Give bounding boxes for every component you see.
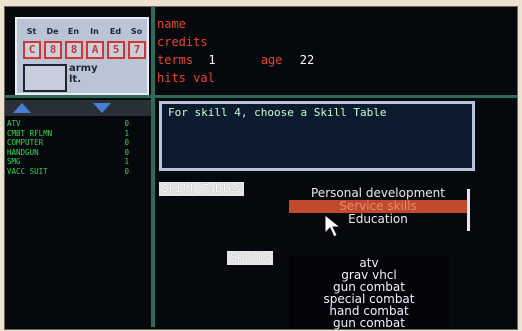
list-item[interactable]: ATV 0 [7, 119, 149, 129]
age-label: age [260, 53, 283, 67]
list-item[interactable]: SMG 1 [7, 157, 149, 167]
mouse-pointer-icon [324, 213, 342, 238]
skill-table-menu: Personal development Service skills Educ… [289, 187, 467, 226]
horizontal-divider [5, 95, 517, 98]
skill-name: COMPUTER [7, 138, 44, 147]
name-label: name [157, 17, 186, 31]
list-item[interactable]: HANDGUN 0 [7, 148, 149, 158]
character-info: name credits terms 1 age 22 hits val [157, 15, 314, 87]
stat-value: 5 [107, 41, 125, 59]
skills-label: Skills [227, 251, 273, 265]
skill-level: 0 [124, 138, 129, 147]
skill-level: 0 [124, 166, 129, 176]
service-rank: army lt. [69, 63, 98, 85]
age-value: 22 [299, 53, 315, 67]
list-item[interactable]: VACC SUIT 0 [7, 167, 149, 177]
skill-level: 0 [124, 119, 129, 128]
skill-tables-label: Skill Tables [159, 182, 245, 196]
stat-value: 8 [44, 41, 62, 59]
menu-item-skill[interactable]: gun combat [289, 317, 449, 329]
stat-value: C [23, 41, 41, 59]
vertical-divider [151, 7, 155, 327]
stat-headers: St De En In Ed So [21, 27, 147, 36]
terms-value: 1 [208, 53, 216, 67]
game-screen: St De En In Ed So C 8 8 A 5 7 army lt. n… [4, 6, 518, 330]
skill-name: VACC SUIT [7, 166, 48, 176]
stat-header: De [46, 27, 59, 36]
rank-label: lt. [69, 74, 82, 85]
scroll-up-arrow-icon[interactable] [13, 103, 31, 113]
skill-name: CMBT RFLMN [7, 128, 53, 138]
skill-name: ATV [7, 119, 21, 128]
stat-values: C 8 8 A 5 7 [23, 41, 146, 59]
stat-value: 7 [128, 41, 146, 59]
terms-label: terms [157, 53, 194, 67]
stat-value: A [86, 41, 104, 59]
menu-item-education[interactable]: Education [289, 213, 467, 226]
scroll-down-arrow-icon[interactable] [93, 103, 111, 113]
stat-header: St [26, 27, 37, 36]
list-item[interactable]: CMBT RFLMN 1 [7, 129, 149, 139]
skill-level: 1 [124, 157, 129, 166]
skill-level: 0 [124, 147, 129, 157]
service-label: army [69, 63, 98, 74]
prompt-box: For skill 4, choose a Skill Table [159, 101, 475, 171]
skill-name: HANDGUN [7, 147, 39, 157]
skill-list: ATV 0 CMBT RFLMN 1 COMPUTER 0 HANDGUN 0 SMG 1… [7, 119, 149, 176]
stat-header: So [130, 27, 143, 36]
list-item[interactable]: COMPUTER 0 [7, 138, 149, 148]
stat-header: En [67, 27, 80, 36]
skill-name: SMG [7, 157, 21, 166]
terms-row: terms 1 age 22 [157, 51, 314, 69]
stat-header: Ed [109, 27, 122, 36]
menu-scrollbar[interactable] [467, 189, 470, 231]
stat-header: In [90, 27, 99, 36]
rank-insignia-box [23, 64, 67, 92]
credits-label: credits [157, 35, 208, 49]
stat-value: 8 [65, 41, 83, 59]
character-card: St De En In Ed So C 8 8 A 5 7 army lt. [15, 17, 149, 95]
hits-label: hits val [157, 71, 215, 85]
skill-level: 1 [124, 128, 129, 138]
skills-menu: atv grav vhcl gun combat special combat … [289, 257, 449, 329]
